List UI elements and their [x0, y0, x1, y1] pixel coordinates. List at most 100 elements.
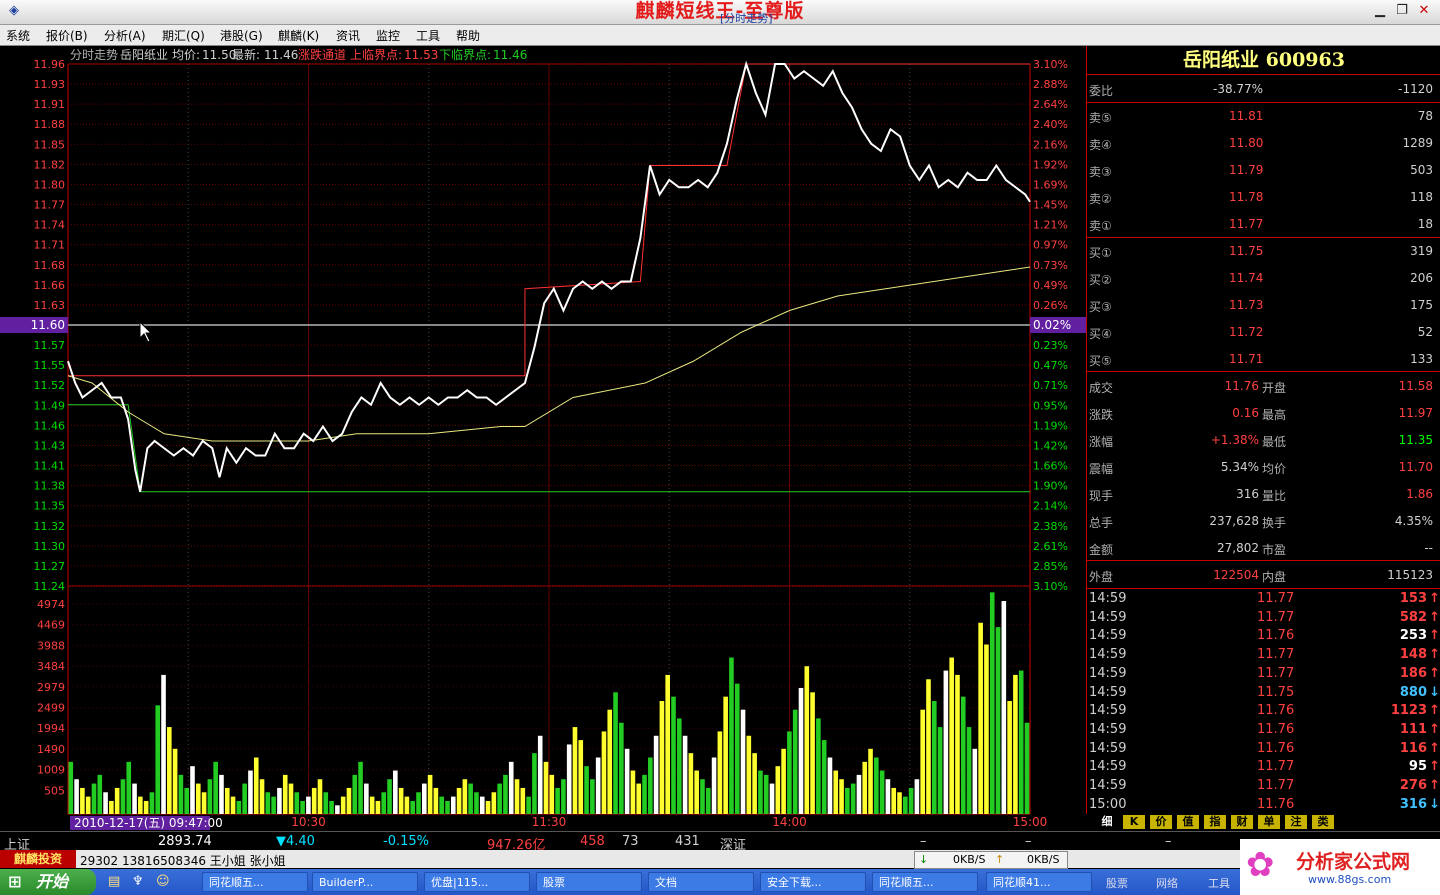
panel-tab-3[interactable]: 值: [1177, 815, 1199, 829]
pct-tick-label: 2.16%: [1033, 138, 1068, 151]
volume-bar: [1001, 601, 1007, 814]
volume-bar: [85, 796, 91, 814]
stat-label-2: 换手: [1262, 516, 1287, 530]
tick-volume: 186: [1399, 665, 1427, 681]
taskbar-item[interactable]: BuilderP...: [312, 872, 418, 892]
volume-bar: [178, 774, 184, 814]
stat-row: 总手 237,628 换手 4.35%: [1087, 508, 1437, 535]
tray-stock[interactable]: 股票: [1106, 875, 1128, 891]
volume-bar: [282, 774, 288, 814]
volume-bar: [595, 757, 601, 814]
restore-icon[interactable]: ❐: [1392, 2, 1412, 20]
start-button[interactable]: ⊞ 开始: [0, 869, 96, 895]
panel-tab-6[interactable]: 单: [1258, 815, 1280, 829]
taskbar-item-label: 同花顺五...: [209, 876, 264, 889]
price-tick-label: 11.96: [34, 58, 66, 71]
panel-tab-5[interactable]: 财: [1231, 815, 1253, 829]
taskbar-item[interactable]: 优盘|115...: [424, 872, 530, 892]
menu-9[interactable]: 帮助: [456, 27, 480, 44]
app-icon[interactable]: ◈: [4, 2, 24, 20]
menu-2[interactable]: 分析(A): [104, 27, 146, 44]
volume-bar: [190, 766, 195, 814]
stat-value: 11.76: [1224, 379, 1259, 393]
pct-tick-label: 1.92%: [1033, 158, 1068, 171]
volume-bar: [711, 757, 717, 814]
tick-time: 14:59: [1089, 609, 1127, 625]
menu-4[interactable]: 港股(G): [220, 27, 263, 44]
tick-row: 14:59 11.75 880 ↓: [1087, 683, 1440, 702]
taskbar-item[interactable]: 安全下载...: [760, 872, 866, 892]
menu-3[interactable]: 期汇(Q): [162, 27, 205, 44]
panel-tab-1[interactable]: K: [1123, 815, 1145, 829]
taskbar-item[interactable]: 同花顺五...: [202, 872, 308, 892]
taskbar-item[interactable]: 同花顺41...: [986, 872, 1092, 892]
volume-bar: [422, 783, 427, 814]
menu-6[interactable]: 资讯: [336, 27, 360, 44]
panel-tab-2[interactable]: 价: [1150, 815, 1172, 829]
price-tick-label: 11.49: [34, 399, 66, 412]
folder-quicklaunch-icon[interactable]: ▤: [108, 874, 120, 889]
bid-row: 买② 11.74 206: [1087, 265, 1437, 292]
panel-tab-8[interactable]: 类: [1312, 815, 1334, 829]
volume-bar: [787, 731, 792, 814]
inner-label: 内盘: [1262, 570, 1287, 584]
ask-label: 卖①: [1089, 219, 1112, 233]
close-icon[interactable]: ✕: [1414, 2, 1434, 20]
stat-label-2: 最低: [1262, 435, 1287, 449]
price-tick-label: 11.55: [34, 359, 66, 372]
ask-row: 卖④ 11.80 1289: [1087, 130, 1437, 157]
weibi-label: 委比: [1089, 84, 1114, 98]
minimize-icon[interactable]: ▁: [1370, 2, 1390, 20]
volume-bar: [792, 709, 798, 814]
stat-value: 0.16: [1232, 406, 1259, 420]
volume-bar: [439, 796, 444, 814]
panel-divider: [1087, 74, 1440, 75]
window-subtitle: [分时走势]: [720, 12, 773, 25]
tick-volume: 111: [1399, 721, 1427, 737]
panel-tab-7[interactable]: 注: [1285, 815, 1307, 829]
dash-3: –: [1165, 834, 1172, 849]
taskbar-item[interactable]: 同花顺五...: [872, 872, 978, 892]
brand-badge[interactable]: 麒麟投资: [0, 850, 76, 868]
ask-price: 11.80: [1229, 136, 1264, 150]
taskbar-item[interactable]: 文档: [648, 872, 754, 892]
ask-volume: 18: [1417, 217, 1433, 231]
stat-value-2: 11.70: [1398, 460, 1433, 474]
menu-1[interactable]: 报价(B): [46, 27, 88, 44]
chart-header-text: 11.46: [493, 48, 527, 62]
windows-logo-icon: ⊞: [8, 872, 22, 891]
tray-tools[interactable]: 工具: [1208, 875, 1230, 891]
menu-7[interactable]: 监控: [376, 27, 400, 44]
intraday-chart[interactable]: 11.96 11.93 11.91 11.88 11.85 11.82 11.80 11.77…: [0, 46, 1086, 830]
pct-tick-label: 1.69%: [1033, 178, 1068, 191]
volume-bar: [416, 792, 421, 814]
volume-bar: [572, 727, 578, 814]
chat-quicklaunch-icon[interactable]: ☺: [156, 874, 170, 889]
volume-bar: [398, 787, 404, 814]
price-tick-label: 11.77: [34, 199, 66, 212]
volume-bar: [821, 740, 827, 814]
volume-bar: [485, 800, 491, 814]
menu-5[interactable]: 麒麟(K): [278, 27, 319, 44]
tick-volume: 582: [1399, 609, 1427, 625]
volume-bar: [468, 783, 473, 814]
ask-label: 卖⑤: [1089, 111, 1112, 125]
taskbar-item[interactable]: 股票: [536, 872, 642, 892]
tick-price: 11.77: [1257, 647, 1295, 663]
panel-tab-0[interactable]: 细: [1096, 815, 1118, 829]
volume-bar: [294, 792, 300, 814]
menu-8[interactable]: 工具: [416, 27, 440, 44]
volume-bar: [955, 674, 960, 814]
pct-tick-label: 0.73%: [1033, 259, 1068, 272]
panel-tab-4[interactable]: 指: [1204, 815, 1226, 829]
quicklaunch-icon[interactable]: ♆: [132, 874, 144, 889]
price-tick-label: 11.52: [34, 379, 66, 392]
volume-bar: [97, 774, 103, 814]
tray-network[interactable]: 网络: [1156, 875, 1178, 891]
volume-bar: [671, 696, 676, 814]
volume-tick-label: 2499: [37, 702, 65, 715]
menu-0[interactable]: 系统: [6, 27, 30, 44]
volume-bar: [543, 761, 549, 814]
stat-label-2: 均价: [1262, 462, 1287, 476]
volume-bar: [775, 766, 781, 814]
